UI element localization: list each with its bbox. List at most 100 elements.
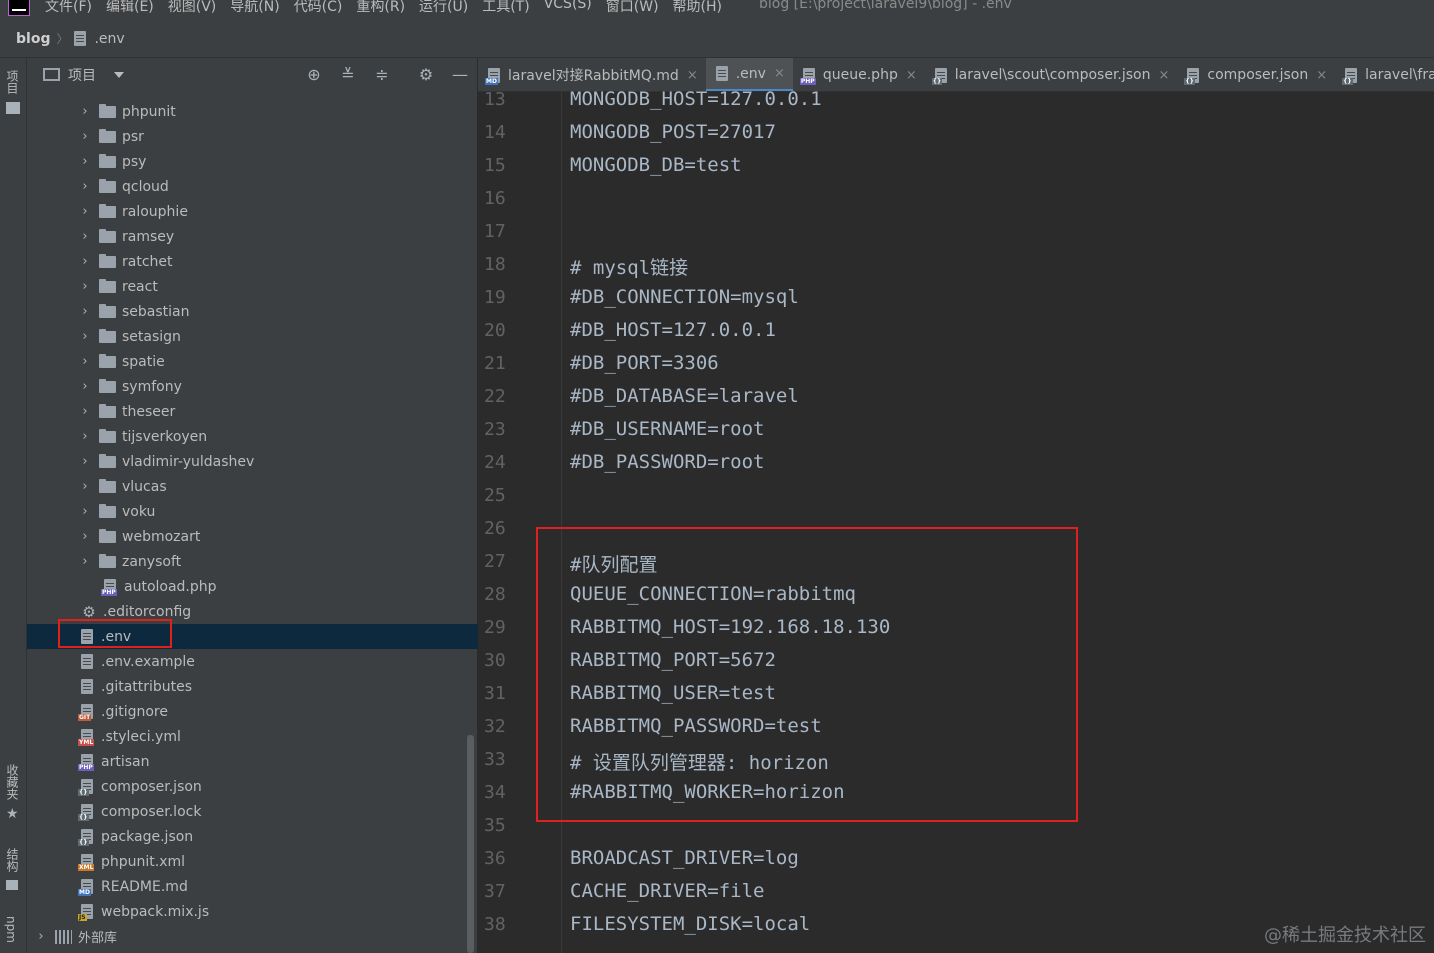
tree-folder[interactable]: › setasign bbox=[27, 324, 478, 349]
tree-file[interactable]: XML phpunit.xml bbox=[27, 849, 478, 874]
code-area[interactable]: 13 MONGODB_HOST=127.0.0.1 14 MONGODB_POST=2… bbox=[478, 88, 1434, 953]
folder-icon bbox=[99, 428, 116, 443]
tree-file[interactable]: JS webpack.mix.js bbox=[27, 899, 478, 924]
chevron-down-icon[interactable] bbox=[114, 71, 124, 78]
tree-file[interactable]: GIT .gitignore bbox=[27, 699, 478, 724]
star-icon: ★ bbox=[6, 806, 19, 822]
tool-window-favorites[interactable]: 收藏夹 bbox=[4, 764, 21, 800]
folder-icon bbox=[99, 503, 116, 518]
menu-navigate[interactable]: 导航(N) bbox=[223, 0, 286, 16]
tree-file[interactable]: .env bbox=[27, 624, 478, 649]
tree-folder[interactable]: › voku bbox=[27, 499, 478, 524]
chevron-right-icon[interactable]: › bbox=[77, 204, 93, 219]
chevron-right-icon[interactable]: › bbox=[77, 329, 93, 344]
tree-file[interactable]: PHP artisan bbox=[27, 749, 478, 774]
menu-edit[interactable]: 编辑(E) bbox=[99, 0, 161, 16]
chevron-right-icon[interactable]: › bbox=[77, 254, 93, 269]
chevron-right-icon[interactable]: › bbox=[77, 554, 93, 569]
tree-folder[interactable]: › symfony bbox=[27, 374, 478, 399]
tool-window-project[interactable]: 项目 bbox=[4, 70, 21, 94]
tree-file[interactable]: YML .styleci.yml bbox=[27, 724, 478, 749]
chevron-right-icon[interactable]: › bbox=[77, 454, 93, 469]
editor-tab[interactable]: {} laravel\frame bbox=[1335, 58, 1434, 91]
tree-folder[interactable]: › vlucas bbox=[27, 474, 478, 499]
chevron-right-icon[interactable]: › bbox=[33, 929, 49, 944]
menu-run[interactable]: 运行(U) bbox=[412, 0, 475, 16]
editor-tab[interactable]: .env × bbox=[705, 58, 793, 91]
close-icon[interactable]: × bbox=[906, 68, 917, 83]
close-icon[interactable]: × bbox=[1316, 68, 1327, 83]
tool-window-npm[interactable]: npm bbox=[4, 916, 18, 943]
tree-folder[interactable]: › phpunit bbox=[27, 99, 478, 124]
tree-folder[interactable]: › webmozart bbox=[27, 524, 478, 549]
tree-file[interactable]: .env.example bbox=[27, 649, 478, 674]
tree-file[interactable]: ⚙ .editorconfig bbox=[27, 599, 478, 624]
tree-folder[interactable]: › spatie bbox=[27, 349, 478, 374]
chevron-right-icon[interactable]: › bbox=[77, 529, 93, 544]
tree-folder[interactable]: › psr bbox=[27, 124, 478, 149]
folder-icon bbox=[99, 103, 116, 118]
menu-view[interactable]: 视图(V) bbox=[161, 0, 224, 16]
chevron-right-icon[interactable]: › bbox=[77, 504, 93, 519]
tree-folder[interactable]: › tijsverkoyen bbox=[27, 424, 478, 449]
chevron-right-icon[interactable]: › bbox=[77, 154, 93, 169]
menu-tools[interactable]: 工具(T) bbox=[475, 0, 536, 16]
project-scrollbar[interactable] bbox=[467, 735, 474, 953]
tool-window-structure[interactable]: 结构 bbox=[4, 848, 21, 872]
chevron-right-icon[interactable]: › bbox=[77, 354, 93, 369]
menu-vcs[interactable]: VCS(S) bbox=[537, 0, 599, 12]
collapse-all-icon[interactable]: ≑ bbox=[373, 66, 391, 84]
breadcrumb-file[interactable]: .env bbox=[74, 31, 125, 47]
tree-folder[interactable]: › react bbox=[27, 274, 478, 299]
chevron-right-icon[interactable]: › bbox=[77, 104, 93, 119]
chevron-right-icon[interactable]: › bbox=[77, 404, 93, 419]
chevron-right-icon[interactable]: › bbox=[77, 179, 93, 194]
minimize-icon[interactable]: — bbox=[451, 66, 469, 84]
tree-folder[interactable]: › theseer bbox=[27, 399, 478, 424]
file-icon bbox=[81, 679, 93, 694]
file-icon: {} bbox=[1184, 67, 1200, 85]
breadcrumb-project[interactable]: blog bbox=[16, 31, 50, 47]
editor-tab[interactable]: PHP queue.php × bbox=[793, 58, 925, 91]
tree-folder[interactable]: › ratchet bbox=[27, 249, 478, 274]
editor-tab[interactable]: {} laravel\scout\composer.json × bbox=[925, 58, 1178, 91]
close-icon[interactable]: × bbox=[774, 66, 785, 81]
menu-refactor[interactable]: 重构(R) bbox=[349, 0, 412, 16]
tree-file[interactable]: › 外部库 bbox=[27, 924, 478, 949]
chevron-right-icon[interactable]: › bbox=[77, 229, 93, 244]
chevron-right-icon[interactable]: › bbox=[77, 279, 93, 294]
tree-file[interactable]: .gitattributes bbox=[27, 674, 478, 699]
close-icon[interactable]: × bbox=[1159, 68, 1170, 83]
tree-file[interactable]: {} package.json bbox=[27, 824, 478, 849]
file-icon bbox=[74, 31, 87, 46]
tree-folder[interactable]: › zanysoft bbox=[27, 549, 478, 574]
close-icon[interactable]: × bbox=[687, 68, 698, 83]
gear-icon[interactable]: ⚙ bbox=[417, 66, 435, 84]
chevron-right-icon[interactable]: › bbox=[77, 379, 93, 394]
tree-folder[interactable]: › psy bbox=[27, 149, 478, 174]
tree-folder[interactable]: › sebastian bbox=[27, 299, 478, 324]
tree-file[interactable]: PHP autoload.php bbox=[27, 574, 478, 599]
chevron-right-icon[interactable]: › bbox=[77, 304, 93, 319]
chevron-right-icon[interactable]: › bbox=[77, 129, 93, 144]
project-panel-title[interactable]: 项目 bbox=[68, 65, 96, 85]
expand-all-icon[interactable]: ≚ bbox=[339, 66, 357, 84]
app-logo-icon bbox=[8, 0, 30, 16]
tree-file[interactable]: {} composer.lock bbox=[27, 799, 478, 824]
editor-tab[interactable]: {} composer.json × bbox=[1177, 58, 1335, 91]
locate-icon[interactable]: ⊕ bbox=[305, 66, 323, 84]
chevron-right-icon[interactable]: › bbox=[77, 479, 93, 494]
tree-folder[interactable]: › ramsey bbox=[27, 224, 478, 249]
menu-help[interactable]: 帮助(H) bbox=[666, 0, 729, 16]
tree-folder[interactable]: › ralouphie bbox=[27, 199, 478, 224]
editor-tab[interactable]: MD laravel对接RabbitMQ.md × bbox=[478, 58, 706, 91]
menu-file[interactable]: 文件(F) bbox=[38, 0, 99, 16]
tree-file[interactable]: MD README.md bbox=[27, 874, 478, 899]
tree-folder[interactable]: › vladimir-yuldashev bbox=[27, 449, 478, 474]
code-line: #DB_DATABASE=laravel bbox=[570, 385, 799, 407]
chevron-right-icon[interactable]: › bbox=[77, 429, 93, 444]
tree-folder[interactable]: › qcloud bbox=[27, 174, 478, 199]
tree-file[interactable]: {} composer.json bbox=[27, 774, 478, 799]
menu-code[interactable]: 代码(C) bbox=[287, 0, 350, 16]
menu-window[interactable]: 窗口(W) bbox=[599, 0, 666, 16]
